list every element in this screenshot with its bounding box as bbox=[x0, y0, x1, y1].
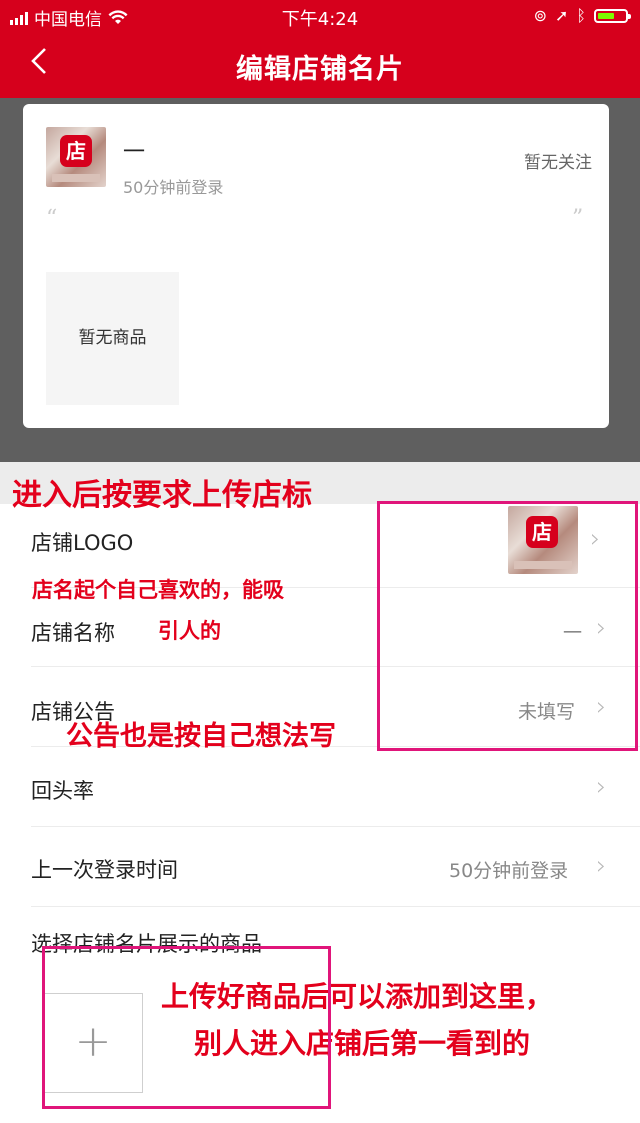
page-title: 编辑店铺名片 bbox=[236, 54, 404, 85]
row-return-rate[interactable] bbox=[0, 747, 640, 826]
chevron-right-icon: › bbox=[596, 851, 607, 881]
preview-shop-name: 一 bbox=[123, 140, 146, 165]
no-goods-label: 暂无商品 bbox=[78, 328, 147, 348]
return-rate-label: 回头率 bbox=[31, 779, 94, 803]
battery-icon bbox=[594, 8, 631, 23]
shop-logo-tag bbox=[52, 174, 100, 182]
nav-bar: 编辑店铺名片 bbox=[0, 32, 640, 98]
shop-logo-badge: 店 bbox=[60, 135, 92, 167]
annotation-highlight-box-settings bbox=[377, 501, 638, 751]
preview-goods-placeholder: 暂无商品 bbox=[46, 272, 179, 405]
last-login-label: 上一次登录时间 bbox=[31, 858, 178, 882]
status-bar: 中国电信 下午4:24 ⊚ ➚ ᛒ bbox=[0, 0, 640, 32]
shop-name-label: 店铺名称 bbox=[31, 621, 115, 645]
annotation-highlight-box-goods bbox=[42, 946, 331, 1109]
preview-login-time: 50分钟前登录 bbox=[123, 178, 224, 197]
annotation-name-tip-line2: 引人的 bbox=[158, 619, 221, 643]
preview-follow-status: 暂无关注 bbox=[524, 153, 592, 173]
divider bbox=[31, 906, 640, 907]
location-icon: ➚ bbox=[554, 6, 569, 25]
chevron-right-icon: › bbox=[596, 772, 607, 802]
quote-open-icon: “ bbox=[46, 206, 58, 231]
annotation-notice-tip: 公告也是按自己想法写 bbox=[66, 721, 336, 752]
last-login-value: 50分钟前登录 bbox=[449, 860, 569, 882]
rotation-lock-icon: ⊚ bbox=[533, 6, 547, 25]
annotation-name-tip-line1: 店名起个自己喜欢的，能吸 bbox=[32, 578, 284, 602]
annotation-upload-logo: 进入后按要求上传店标 bbox=[12, 478, 312, 513]
shop-logo-label: 店铺LOGO bbox=[31, 531, 134, 555]
status-right: ⊚ ➚ ᛒ bbox=[533, 6, 631, 25]
bluetooth-icon: ᛒ bbox=[576, 6, 586, 25]
shop-logo-preview: 店 bbox=[46, 127, 106, 187]
quote-close-icon: ” bbox=[572, 206, 584, 231]
